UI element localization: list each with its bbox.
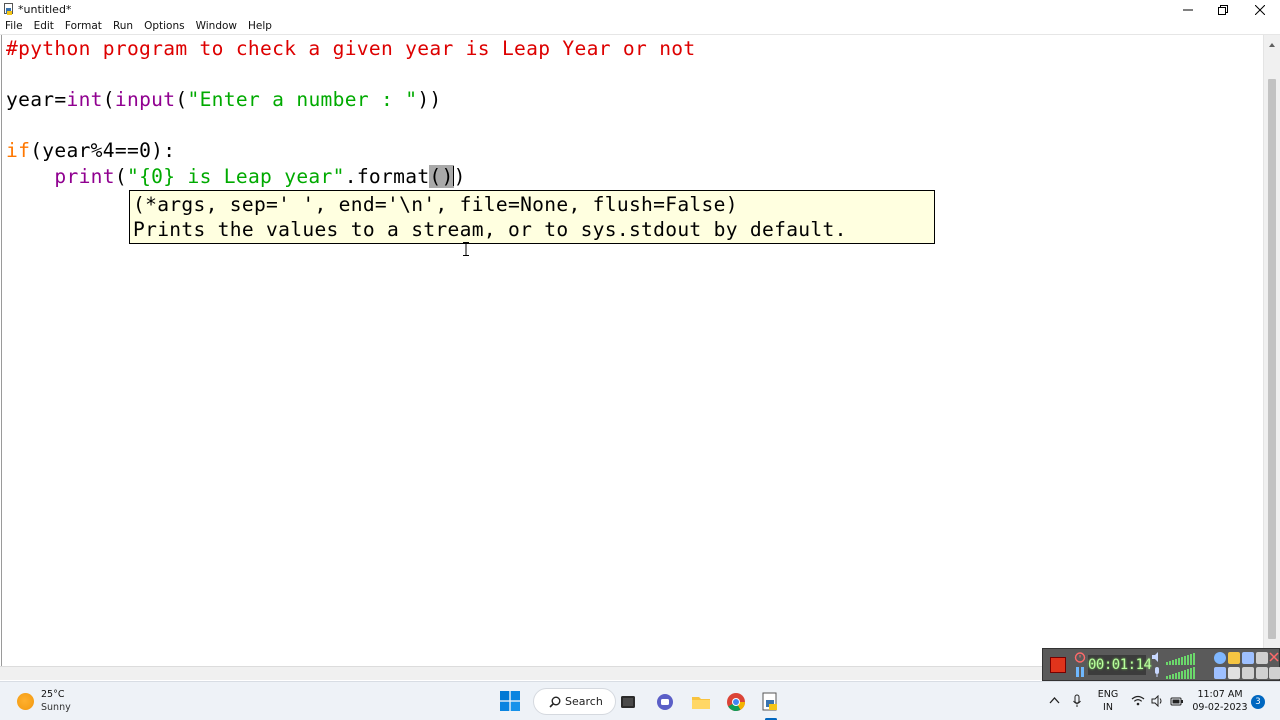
calltip-doc: Prints the values to a stream, or to sys… [133, 218, 847, 241]
code-token: .format [344, 165, 430, 188]
search-label: Search [565, 695, 603, 708]
menu-edit[interactable]: Edit [28, 19, 59, 34]
code-builtin-int: int [66, 88, 103, 111]
paren-match-highlight: () [429, 165, 454, 188]
code-line-5: if(year%4==0): [6, 139, 175, 163]
close-icon [1255, 4, 1265, 15]
code-line-3: year=int(input("Enter a number : ")) [6, 88, 442, 112]
menu-format[interactable]: Format [59, 19, 107, 34]
code-string: "Enter a number : " [187, 88, 418, 111]
stop-record-button[interactable] [1050, 657, 1066, 673]
code-comment: #python program to check a given year is… [6, 37, 696, 60]
volume-icon[interactable] [1151, 695, 1164, 707]
fullscreen-icon[interactable] [1228, 667, 1240, 679]
pause-icon[interactable] [1074, 666, 1086, 678]
close-widget-icon[interactable] [1269, 652, 1279, 662]
teams-chat-icon[interactable] [654, 691, 676, 713]
menu-run[interactable]: Run [107, 19, 138, 34]
title-bar: *untitled* [0, 0, 1280, 19]
window-title: *untitled* [18, 3, 72, 16]
python-idle-taskbar-icon[interactable] [760, 691, 782, 713]
code-token: (year%4==0): [30, 139, 176, 162]
speaker-icon[interactable] [1151, 651, 1163, 663]
calltip-popup: (*args, sep=' ', end='\n', file=None, fl… [129, 190, 935, 244]
notification-badge[interactable]: 3 [1251, 695, 1265, 709]
menu-options[interactable]: Options [138, 19, 190, 34]
menu-help[interactable]: Help [242, 19, 277, 34]
python-idle-icon [4, 3, 13, 15]
code-builtin-print: print [54, 165, 115, 188]
menu-bar: File Edit Format Run Options Window Help [0, 19, 1280, 34]
minimize-button[interactable] [1170, 0, 1206, 19]
chevron-up-icon[interactable] [1049, 696, 1060, 704]
taskbar-search[interactable]: Search [533, 688, 616, 715]
sun-icon[interactable] [17, 693, 34, 710]
code-token: year= [6, 88, 67, 111]
keyboard-icon[interactable] [1269, 667, 1280, 679]
code-string: "{0} is Leap year" [126, 165, 345, 188]
battery-icon[interactable] [1170, 695, 1184, 707]
close-button[interactable] [1242, 0, 1278, 19]
code-token: )) [417, 88, 442, 111]
taskbar: 25°C Sunny Search ENG IN 11:07 AM 09-02-… [0, 681, 1280, 720]
microphone-tray-icon[interactable] [1072, 694, 1082, 708]
code-editor[interactable]: #python program to check a given year is… [1, 35, 1263, 666]
microphone-level-meter [1166, 667, 1195, 679]
search-icon [549, 696, 561, 708]
folder-icon[interactable] [1228, 652, 1240, 664]
code-token: ( [175, 88, 188, 111]
calltip-signature: (*args, sep=' ', end='\n', file=None, fl… [133, 193, 738, 216]
webcam-icon[interactable] [1214, 652, 1226, 664]
microphone-icon[interactable] [1151, 666, 1163, 678]
vertical-scrollbar[interactable] [1263, 35, 1280, 666]
alarm-icon[interactable] [1074, 651, 1086, 663]
clock-date[interactable]: 09-02-2023 [1190, 702, 1250, 714]
record-timer: 00:01:14 [1088, 655, 1152, 675]
chevron-up-icon [1269, 43, 1275, 47]
language-indicator-top[interactable]: ENG [1096, 689, 1120, 701]
code-token: ( [114, 165, 127, 188]
search-widget-icon[interactable] [1214, 667, 1226, 679]
scrollbar-thumb[interactable] [1268, 79, 1276, 639]
code-line-6: print("{0} is Leap year".format()) [6, 165, 466, 189]
scroll-up-arrow[interactable] [1264, 37, 1280, 53]
settings-icon[interactable] [1242, 652, 1254, 664]
menu-window[interactable]: Window [190, 19, 242, 34]
language-indicator-bottom[interactable]: IN [1096, 702, 1120, 714]
menu-file[interactable]: File [0, 19, 28, 34]
ibeam-cursor-icon [463, 242, 469, 256]
restore-button[interactable] [1205, 0, 1241, 19]
minimize-icon [1183, 9, 1193, 10]
region-icon[interactable] [1242, 667, 1254, 679]
task-view-icon[interactable] [617, 691, 639, 713]
chrome-icon[interactable] [725, 691, 747, 713]
restore-icon [1218, 4, 1228, 15]
idle-editor-window: *untitled* File Edit Format Run Options … [0, 0, 1280, 720]
code-line-1: #python program to check a given year is… [6, 37, 696, 61]
code-token: ) [453, 165, 466, 188]
weather-condition[interactable]: Sunny [41, 702, 71, 714]
code-keyword-if: if [6, 139, 31, 162]
code-builtin-input: input [114, 88, 176, 111]
clock-time[interactable]: 11:07 AM [1190, 689, 1250, 701]
wifi-icon[interactable] [1131, 695, 1145, 706]
speaker-level-meter [1166, 653, 1195, 665]
monitor-icon[interactable] [1256, 667, 1268, 679]
code-token: ( [102, 88, 115, 111]
file-explorer-icon[interactable] [690, 691, 712, 713]
screen-recorder-widget: 00:01:14 [1042, 648, 1280, 681]
minimize-widget-icon[interactable] [1256, 652, 1268, 664]
windows-start-icon[interactable] [500, 691, 520, 711]
weather-temperature[interactable]: 25°C [41, 689, 64, 701]
